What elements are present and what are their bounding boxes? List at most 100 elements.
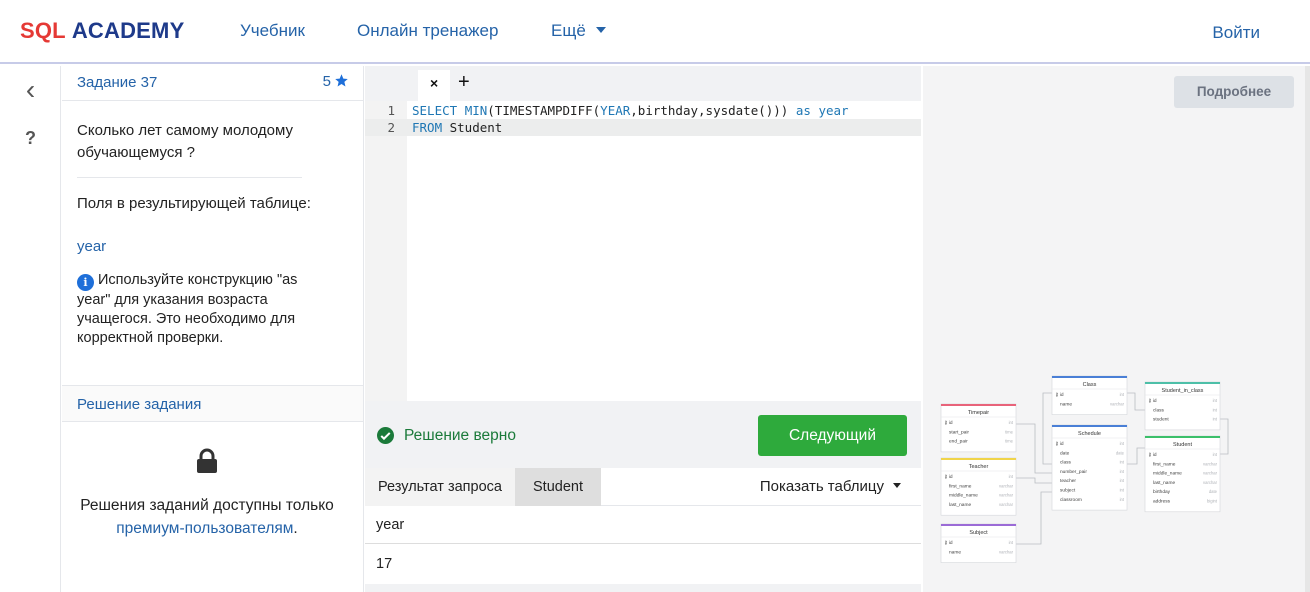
premium-link[interactable]: премиум-пользователям bbox=[116, 520, 293, 537]
schema-table-timepair[interactable]: Timepair⚷ id intstart_pair timeend_pair tim… bbox=[940, 403, 1017, 453]
add-tab-icon[interactable]: + bbox=[458, 71, 470, 94]
schema-field-type: bigint bbox=[1207, 499, 1218, 504]
schema-field: start_pair bbox=[949, 429, 969, 435]
table-header: year bbox=[365, 506, 921, 544]
chevron-down-icon bbox=[893, 482, 901, 488]
schema-table-title: Student_in_class bbox=[1162, 388, 1204, 394]
question-icon[interactable]: ? bbox=[0, 128, 61, 149]
task-panel: Задание 37 5 Сколько лет самому молодому… bbox=[62, 66, 364, 592]
schema-field-type: date bbox=[1209, 489, 1218, 494]
schema-field: number_pair bbox=[1060, 469, 1087, 475]
schema-field-type: varchar bbox=[1110, 401, 1125, 406]
schema-table-subject[interactable]: Subject⚷ id intname varchar bbox=[940, 523, 1017, 563]
schema-field: classroom bbox=[1060, 497, 1082, 503]
schema-table-schedule[interactable]: Schedule⚷ id intdate dateclass intnumber_pa… bbox=[1051, 424, 1128, 511]
schema-field: middle_name bbox=[949, 493, 978, 499]
schema-field: ⚷ id bbox=[944, 474, 953, 480]
hint-text: Используйте конструкцию "as year" для ук… bbox=[77, 272, 298, 346]
chevron-left-icon[interactable]: ‹ bbox=[0, 76, 61, 104]
solution-header[interactable]: Решение задания bbox=[62, 385, 363, 422]
schema-field: first_name bbox=[1153, 461, 1176, 467]
schema-link bbox=[1220, 418, 1229, 455]
schema-field: subject bbox=[1060, 488, 1076, 494]
code-line[interactable]: SELECT MIN(TIMESTAMPDIFF(YEAR,birthday,s… bbox=[412, 103, 849, 118]
logo-sql: SQL bbox=[20, 18, 66, 43]
schema-field-type: varchar bbox=[1203, 471, 1218, 476]
task-header: Задание 37 5 bbox=[62, 66, 363, 101]
code-line[interactable]: FROM Student bbox=[412, 120, 502, 135]
premium-text: Решения заданий доступны только bbox=[80, 497, 334, 514]
schema-table-student[interactable]: Student⚷ id intfirst_name varcharmiddle_na… bbox=[1144, 435, 1221, 513]
schema-field: middle_name bbox=[1153, 471, 1182, 477]
schema-field: ⚷ id bbox=[1055, 392, 1064, 398]
tab-student[interactable]: Student bbox=[515, 468, 601, 506]
schema-panel: Подробнее Timepair ⚷ id int start_pair time e… bbox=[923, 66, 1305, 592]
schema-field-type: varchar bbox=[999, 502, 1014, 507]
gutter bbox=[365, 101, 407, 401]
task-question: Сколько лет самому молодому обучающемуся… bbox=[77, 122, 293, 161]
lock-icon bbox=[197, 448, 217, 473]
show-table-label: Показать таблицу bbox=[759, 478, 884, 495]
show-table-dropdown[interactable]: Показать таблицу bbox=[760, 468, 901, 506]
code-editor[interactable]: 1 2 SELECT MIN(TIMESTAMPDIFF(YEAR,birthd… bbox=[365, 101, 921, 401]
schema-field: name bbox=[1060, 402, 1072, 407]
star-icon bbox=[335, 74, 348, 87]
schema-link bbox=[1042, 392, 1052, 465]
nav-more[interactable]: Ещё bbox=[551, 21, 606, 41]
schema-table-class[interactable]: Class⚷ id intname varchar bbox=[1051, 375, 1128, 415]
schema-field-type: time bbox=[1005, 439, 1014, 444]
info-icon: i bbox=[77, 274, 94, 291]
schema-table-title: Schedule bbox=[1078, 431, 1101, 437]
close-icon[interactable]: × bbox=[430, 75, 438, 91]
schema-field-type: time bbox=[1005, 429, 1014, 434]
schema-field: student bbox=[1153, 417, 1169, 423]
divider bbox=[77, 177, 302, 178]
schema-field: name bbox=[949, 550, 961, 555]
schema-field: ⚷ id bbox=[944, 420, 953, 426]
schema-table-title: Timepair bbox=[968, 410, 989, 416]
schema-table-title: Subject bbox=[969, 530, 988, 536]
schema-field-type: date bbox=[1116, 450, 1125, 455]
editor-tabs: × + bbox=[365, 66, 921, 101]
schema-link bbox=[1127, 392, 1145, 411]
chevron-down-icon bbox=[595, 26, 606, 33]
schema-table-title: Teacher bbox=[969, 464, 989, 470]
schema-field: date bbox=[1060, 450, 1070, 456]
schema-diagram[interactable]: Timepair⚷ id intstart_pair timeend_pair tim… bbox=[923, 66, 1305, 592]
editor-panel: × + 1 2 SELECT MIN(TIMESTAMPDIFF(YEAR,bi… bbox=[365, 66, 921, 592]
premium-dot: . bbox=[293, 520, 298, 537]
schema-table-teacher[interactable]: Teacher⚷ id intfirst_name varcharmiddle_na… bbox=[940, 457, 1017, 516]
schema-field: address bbox=[1153, 499, 1171, 505]
schema-field-type: varchar bbox=[999, 493, 1014, 498]
schema-link bbox=[1127, 447, 1145, 465]
schema-field: teacher bbox=[1060, 478, 1076, 484]
login-link[interactable]: Войти bbox=[1212, 23, 1260, 43]
table-row: 17 bbox=[365, 544, 921, 584]
result-tabs: Результат запроса Student Показать табли… bbox=[365, 468, 921, 506]
schema-table-student-in-class[interactable]: Student_in_class⚷ id intclass intstudent in… bbox=[1144, 381, 1221, 431]
schema-link bbox=[1016, 477, 1052, 484]
top-navbar: SQL ACADEMY Учебник Онлайн тренажер Ещё В… bbox=[0, 0, 1310, 64]
schema-table-title: Class bbox=[1083, 382, 1097, 388]
schema-field: class bbox=[1060, 460, 1072, 466]
logo-academy: ACADEMY bbox=[71, 18, 185, 43]
logo[interactable]: SQL ACADEMY bbox=[20, 18, 184, 44]
premium-notice: Решения заданий доступны только премиум-… bbox=[62, 494, 352, 540]
schema-field: ⚷ id bbox=[1055, 441, 1064, 447]
hint: i Используйте конструкцию "as year" для у… bbox=[77, 271, 307, 348]
nav-trainer[interactable]: Онлайн тренажер bbox=[357, 21, 498, 41]
schema-link bbox=[1016, 423, 1052, 474]
tab-query-result[interactable]: Результат запроса bbox=[365, 468, 515, 506]
schema-field-type: varchar bbox=[999, 549, 1014, 554]
task-title: Задание 37 bbox=[77, 74, 158, 91]
schema-field-type: varchar bbox=[999, 483, 1014, 488]
fields-label: Поля в результирующей таблице: bbox=[77, 195, 311, 212]
schema-field: last_name bbox=[1153, 480, 1175, 486]
scrollbar[interactable] bbox=[1305, 66, 1310, 592]
next-button[interactable]: Следующий bbox=[758, 415, 907, 456]
schema-field: ⚷ id bbox=[944, 540, 953, 546]
schema-field-type: varchar bbox=[1203, 480, 1218, 485]
task-score: 5 bbox=[323, 73, 349, 90]
nav-tutorial[interactable]: Учебник bbox=[240, 21, 305, 41]
schema-field: last_name bbox=[949, 502, 971, 508]
